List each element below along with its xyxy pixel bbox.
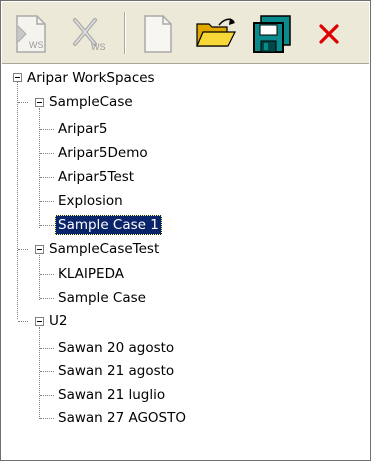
tree-line <box>39 255 40 300</box>
tree-line <box>40 395 54 396</box>
tree-root[interactable]: Aripar WorkSpaces <box>24 68 158 88</box>
ws-label-load: WS <box>29 40 44 50</box>
ws-label-delete: WS <box>91 42 106 52</box>
tree-line <box>18 102 28 103</box>
new-document-icon <box>144 15 172 53</box>
tree-case-item[interactable]: Explosion <box>55 191 126 211</box>
toolbar-separator <box>124 12 126 54</box>
tree-workspace-u2[interactable]: U2 <box>46 311 70 331</box>
tree-case-item[interactable]: Sawan 21 luglio <box>55 385 168 405</box>
tree-line <box>17 82 18 319</box>
tree-case-item[interactable]: Aripar5 <box>55 119 111 139</box>
tree-line <box>40 348 54 349</box>
collapse-toggle-root[interactable] <box>13 73 22 82</box>
open-folder-icon <box>196 18 236 47</box>
tree-line <box>40 225 54 226</box>
open-case-button[interactable] <box>192 10 240 58</box>
tree-case-item[interactable]: Sawan 20 agosto <box>55 338 177 358</box>
workspace-tree: Aripar WorkSpaces SampleCase Aripar5 Ari… <box>2 64 369 460</box>
tree-line <box>40 201 54 202</box>
tree-line <box>39 108 40 228</box>
tree-line <box>40 371 54 372</box>
workspace-window: WS WS Aripar WorkSpaces SampleCase Aripa… <box>0 0 371 461</box>
delete-workspace-button[interactable]: WS <box>65 10 113 58</box>
tree-line <box>40 129 54 130</box>
new-case-button[interactable] <box>133 10 181 58</box>
tree-case-item[interactable]: Sawan 21 agosto <box>55 361 177 381</box>
tree-case-item[interactable]: Sawan 27 AGOSTO <box>55 408 189 428</box>
tree-case-item[interactable]: Sample Case <box>55 288 149 308</box>
tree-line <box>40 274 54 275</box>
tree-line <box>40 177 54 178</box>
toolbar: WS WS <box>2 2 369 64</box>
collapse-toggle-samplecasetest[interactable] <box>35 245 44 254</box>
tree-case-item[interactable]: Aripar5Demo <box>55 143 151 163</box>
tree-line <box>40 298 54 299</box>
delete-workspace-icon: WS <box>73 18 106 52</box>
load-workspace-button[interactable]: WS <box>7 10 55 58</box>
tree-workspace-samplecase[interactable]: SampleCase <box>46 92 136 112</box>
collapse-toggle-u2[interactable] <box>35 317 44 326</box>
collapse-toggle-samplecase[interactable] <box>35 98 44 107</box>
tree-line <box>18 321 28 322</box>
delete-x-icon <box>319 24 339 44</box>
tree-case-item[interactable]: Aripar5Test <box>55 167 137 187</box>
save-case-button[interactable] <box>248 10 296 58</box>
tree-line <box>18 249 28 250</box>
load-workspace-icon: WS <box>16 15 46 53</box>
delete-case-button[interactable] <box>305 10 353 58</box>
tree-line <box>40 418 54 419</box>
tree-workspace-samplecasetest[interactable]: SampleCaseTest <box>46 239 162 259</box>
tree-line <box>39 327 40 419</box>
tree-case-item[interactable]: KLAIPEDA <box>55 264 127 284</box>
tree-case-item-selected[interactable]: Sample Case 1 <box>55 215 162 235</box>
save-floppy-icon <box>253 15 291 53</box>
tree-line <box>40 153 54 154</box>
